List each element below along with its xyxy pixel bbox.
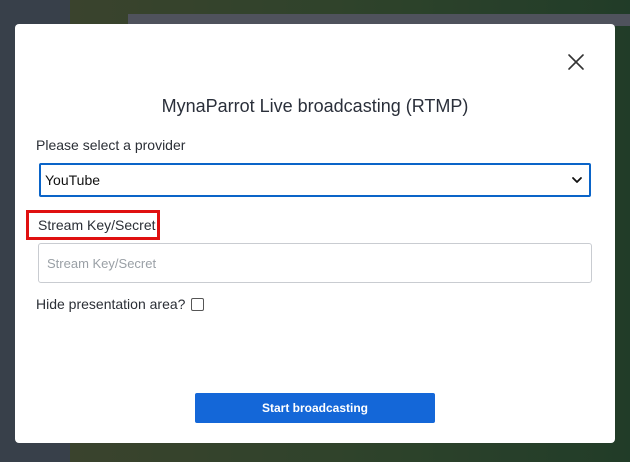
- modal-title: MynaParrot Live broadcasting (RTMP): [161, 96, 469, 116]
- provider-select-value: YouTube: [45, 172, 101, 188]
- stream-key-label-text: Stream Key/Secret: [38, 217, 156, 233]
- hide-presentation-checkbox[interactable]: [191, 297, 205, 311]
- stream-key-input[interactable]: [38, 243, 592, 283]
- start-broadcasting-button[interactable]: Start broadcasting: [195, 393, 435, 423]
- chevron-down-icon: [572, 177, 582, 183]
- close-icon: [568, 54, 584, 70]
- page-backdrop: MynaParrot Live broadcasting (RTMP) Plea…: [0, 0, 630, 462]
- close-button[interactable]: [567, 53, 585, 71]
- hide-presentation-row: Hide presentation area?: [36, 296, 205, 312]
- provider-select[interactable]: YouTube: [39, 163, 591, 197]
- stream-key-label: Stream Key/Secret: [26, 210, 160, 240]
- rtmp-broadcast-modal: MynaParrot Live broadcasting (RTMP) Plea…: [15, 24, 615, 443]
- hide-presentation-label: Hide presentation area?: [36, 296, 186, 312]
- provider-label: Please select a provider: [36, 137, 186, 153]
